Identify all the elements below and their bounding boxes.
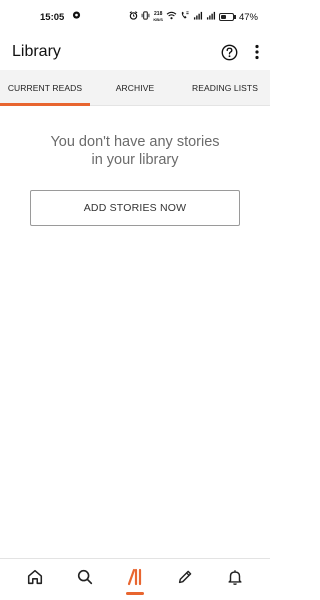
library-icon — [125, 568, 145, 591]
page-title: Library — [12, 43, 61, 60]
nav-write[interactable] — [165, 559, 205, 600]
help-icon[interactable] — [221, 44, 238, 61]
chat-notification-icon — [72, 11, 81, 23]
tab-reading-lists[interactable]: READING LISTS — [180, 70, 270, 105]
empty-message-line-2: in your library — [91, 152, 179, 168]
bottom-navigation — [0, 558, 270, 600]
wifi-icon — [166, 11, 177, 23]
alarm-icon — [129, 11, 138, 23]
app-bar: Library — [0, 34, 270, 70]
home-icon — [26, 568, 44, 591]
add-stories-now-button[interactable]: ADD STORIES NOW — [30, 190, 240, 226]
tab-archive[interactable]: ARCHIVE — [90, 70, 180, 105]
nav-notifications[interactable] — [215, 559, 255, 600]
bell-icon — [226, 568, 244, 591]
pencil-icon — [176, 568, 194, 591]
status-bar: 15:05 218 KB/S 47% — [0, 0, 270, 34]
battery-percentage: 47% — [238, 11, 258, 23]
tab-current-reads[interactable]: CURRENT READS — [0, 70, 90, 106]
empty-state: You don't have any stories in your libra… — [0, 133, 270, 169]
signal-strength-2-icon — [206, 11, 216, 23]
vibrate-icon — [141, 11, 150, 23]
nav-search[interactable] — [65, 559, 105, 600]
status-time: 15:05 — [40, 11, 65, 23]
volte-call-icon — [180, 11, 190, 23]
empty-message-line-1: You don't have any stories — [50, 134, 220, 150]
search-icon — [76, 568, 94, 591]
signal-strength-1-icon — [193, 11, 203, 23]
library-tabs: CURRENT READS ARCHIVE READING LISTS — [0, 70, 270, 106]
network-speed: 218 KB/S — [153, 11, 163, 23]
nav-library[interactable] — [115, 559, 155, 600]
more-options-icon[interactable] — [254, 44, 260, 60]
nav-home[interactable] — [15, 559, 55, 600]
battery-icon — [218, 13, 236, 21]
empty-state-message: You don't have any stories in your libra… — [0, 133, 270, 169]
